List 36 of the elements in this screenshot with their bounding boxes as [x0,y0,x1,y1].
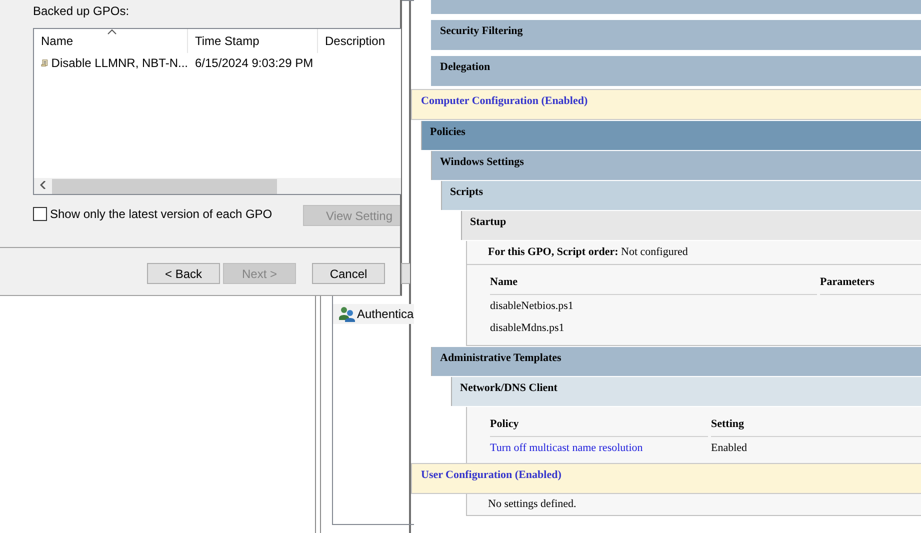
section-heading[interactable]: Network/DNS Client [451,377,921,406]
no-settings-text: No settings defined. [466,494,921,516]
table-cell-text: disableMdns.ps1 [490,322,566,334]
column-header: Parameters [820,273,921,295]
section-heading[interactable]: Policies [421,121,921,150]
section-heading[interactable]: Windows Settings [431,151,921,180]
column-header[interactable]: Name [34,29,188,53]
gpo-name[interactable]: Disable LLMNR, NBT-N... [51,56,188,70]
horizontal-scrollbar[interactable] [34,178,401,194]
dialog-button[interactable] [401,263,410,284]
checkbox[interactable] [33,207,47,221]
column-header: Name [490,273,817,295]
section-heading[interactable]: Scripts [441,181,921,210]
column-header: Policy [490,415,708,437]
policy-link[interactable]: Turn off multicast name resolution [490,442,643,454]
checkbox-label: Show only the latest version of each GPO [50,207,272,221]
dialog-button[interactable]: Cancel [312,263,385,284]
section-heading[interactable]: Startup [461,211,921,240]
section-heading[interactable]: Delegation [431,56,921,86]
configuration-heading[interactable]: User Configuration (Enabled) [411,463,921,494]
table-cell-text: Enabled [711,442,748,454]
section-heading[interactable] [431,0,921,14]
column-header: Setting [711,415,921,437]
configuration-heading[interactable]: Computer Configuration (Enabled) [411,89,921,120]
table-cell-text: disableNetbios.ps1 [490,300,574,312]
column-header[interactable]: Time Stamp [188,29,318,53]
users-icon [339,306,355,322]
section-heading[interactable]: Security Filtering [431,20,921,50]
script-order-text: For this GPO, Script order: Not configured [467,241,921,265]
scroll-left-icon[interactable] [40,181,46,189]
dialog-button[interactable]: < Back [147,263,220,284]
column-header[interactable]: Description [318,29,401,53]
list-label: Backed up GPOs: [33,4,130,18]
list-item[interactable]: Authentica [333,304,414,324]
section-heading[interactable]: Administrative Templates [431,347,921,376]
table-cell-text: 6/15/2024 9:03:29 PM [194,56,314,70]
